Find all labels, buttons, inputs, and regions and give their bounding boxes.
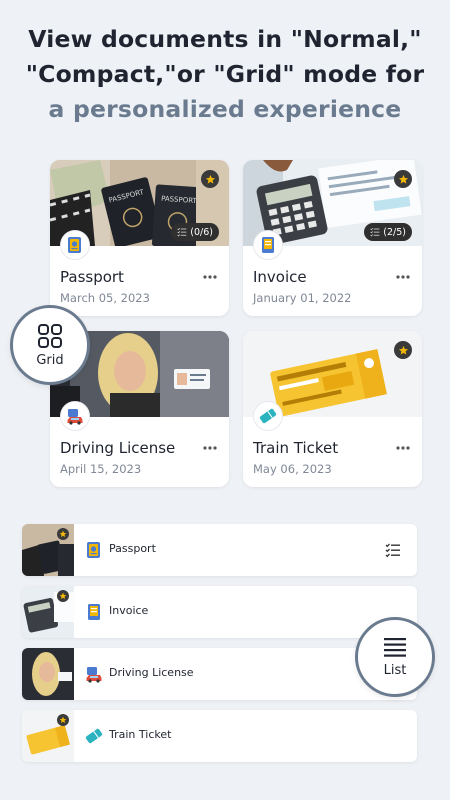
headline-line-3: a personalized experience xyxy=(48,95,402,123)
more-options-icon[interactable] xyxy=(201,268,219,286)
card-title: Train Ticket xyxy=(253,439,339,457)
card-date: March 05, 2023 xyxy=(60,291,150,305)
star-icon[interactable] xyxy=(57,528,69,540)
more-options-icon[interactable] xyxy=(394,268,412,286)
checklist-count-chip[interactable]: (2/5) xyxy=(364,223,412,241)
more-options-icon[interactable] xyxy=(201,439,219,457)
row-title: Invoice xyxy=(109,604,149,617)
card-date: May 06, 2023 xyxy=(253,462,332,476)
car-icon xyxy=(60,401,90,431)
row-title: Train Ticket xyxy=(109,728,172,741)
headline: View documents in "Normal," "Compact,"or… xyxy=(0,22,450,127)
headline-line-2: "Compact,"or "Grid" mode for xyxy=(25,60,425,88)
passport-icon xyxy=(60,230,90,260)
list-row-invoice[interactable]: Invoice xyxy=(22,586,417,638)
checklist-icon xyxy=(177,227,187,237)
ticket-icon xyxy=(84,726,104,746)
list-row-train-ticket[interactable]: Train Ticket xyxy=(22,710,417,762)
list-icon xyxy=(384,637,406,657)
star-icon[interactable] xyxy=(57,590,69,602)
driving-license-thumbnail xyxy=(22,648,74,700)
star-icon[interactable] xyxy=(394,170,412,188)
car-icon xyxy=(84,664,104,684)
grid-card-invoice[interactable]: (2/5) Invoice January 01, 2022 xyxy=(243,160,422,316)
invoice-icon xyxy=(84,602,104,622)
star-icon[interactable] xyxy=(201,170,219,188)
card-date: April 15, 2023 xyxy=(60,462,142,476)
row-title: Driving License xyxy=(109,666,194,679)
invoice-icon xyxy=(253,230,283,260)
list-mode-label: List xyxy=(383,662,407,678)
star-icon[interactable] xyxy=(394,341,412,359)
list-mode-button[interactable]: List xyxy=(355,617,435,697)
grid-card-passport[interactable]: PASSPORT PASSPORT (0/6) Passport March 0… xyxy=(50,160,229,316)
checklist-icon xyxy=(370,227,380,237)
card-title: Invoice xyxy=(253,268,307,286)
passport-icon xyxy=(84,540,104,560)
card-title: Passport xyxy=(60,268,124,286)
checklist-count: (0/6) xyxy=(190,226,213,238)
ticket-icon xyxy=(253,401,283,431)
card-date: January 01, 2022 xyxy=(253,291,352,305)
grid-icon xyxy=(38,323,62,348)
list-row-passport[interactable]: Passport xyxy=(22,524,417,576)
more-options-icon[interactable] xyxy=(394,439,412,457)
grid-card-train-ticket[interactable]: Train Ticket May 06, 2023 xyxy=(243,331,422,487)
card-title: Driving License xyxy=(60,439,176,457)
checklist-icon[interactable] xyxy=(385,542,401,558)
row-title: Passport xyxy=(109,542,156,555)
star-icon[interactable] xyxy=(57,714,69,726)
headline-line-1: View documents in "Normal," xyxy=(28,25,422,53)
checklist-count: (2/5) xyxy=(383,226,406,238)
grid-mode-label: Grid xyxy=(36,352,64,368)
checklist-count-chip[interactable]: (0/6) xyxy=(171,223,219,241)
grid-mode-button[interactable]: Grid xyxy=(10,305,90,385)
